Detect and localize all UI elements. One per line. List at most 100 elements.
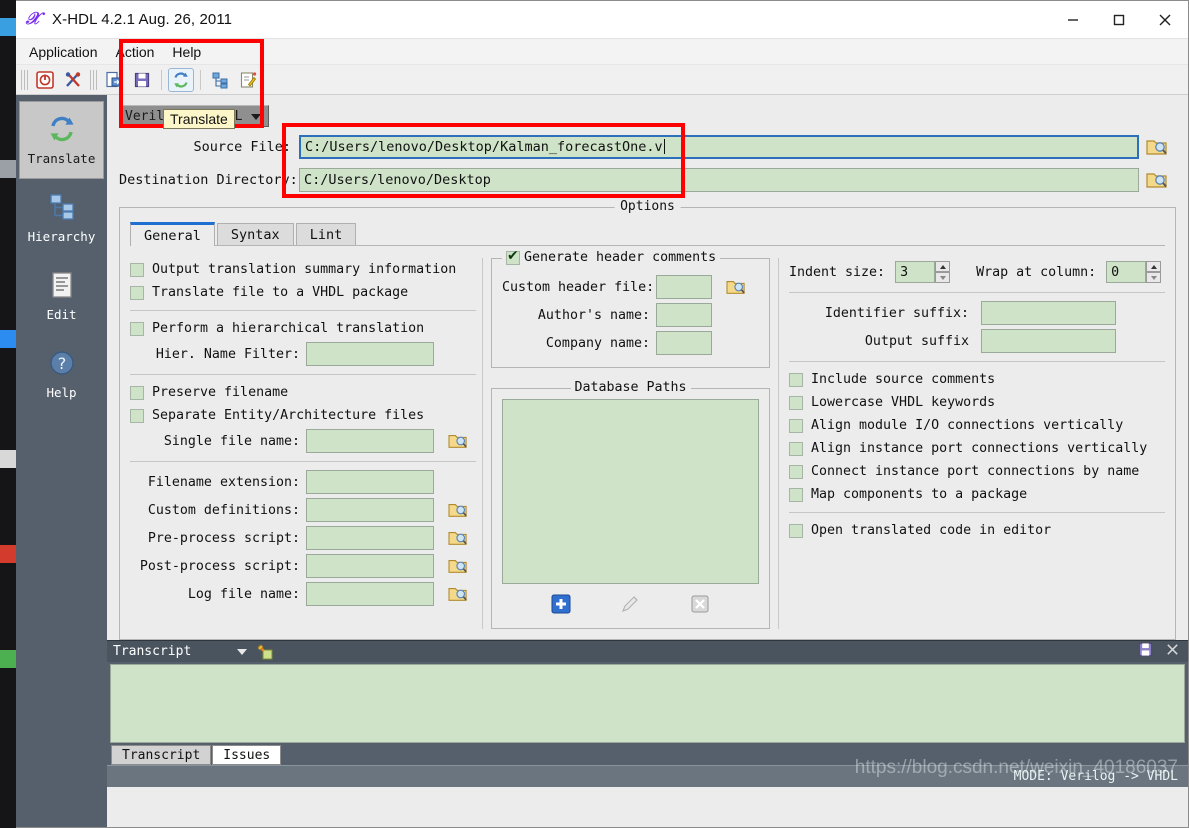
checkbox-include-source-comments[interactable]: Include source comments <box>789 368 1165 391</box>
translate-tooltip: Translate <box>163 109 235 129</box>
tab-general[interactable]: General <box>130 222 215 246</box>
indent-size-value[interactable]: 3 <box>895 261 936 283</box>
edit-path-icon[interactable] <box>619 593 641 615</box>
sidebar-item-label: Edit <box>46 307 77 322</box>
identifier-suffix-input[interactable] <box>981 301 1116 325</box>
main-content-panel: Verilog -> VHDL Source File: C:/Users/le… <box>107 95 1188 827</box>
sidebar-item-hierarchy[interactable]: Hierarchy <box>19 179 104 257</box>
database-paths-list[interactable] <box>502 399 759 584</box>
author-name-label: Author's name: <box>537 307 650 323</box>
close-icon[interactable] <box>1165 642 1180 661</box>
destination-directory-input[interactable]: C:/Users/lenovo/Desktop <box>299 167 1139 192</box>
sidebar-item-help[interactable]: ? Help <box>19 335 104 413</box>
log-file-name-input[interactable] <box>306 582 434 606</box>
spin-down-icon[interactable] <box>935 272 951 283</box>
checkbox-output-summary[interactable]: Output translation summary information <box>130 258 476 281</box>
toolbar-grip-2[interactable] <box>90 69 97 90</box>
checkbox-preserve-filename[interactable]: Preserve filename <box>130 381 476 404</box>
spin-up-icon[interactable] <box>935 261 951 272</box>
transcript-output[interactable] <box>110 664 1185 743</box>
add-path-icon[interactable] <box>550 593 572 615</box>
post-process-script-browse-button[interactable] <box>445 554 471 578</box>
help-question-icon: ? <box>45 348 79 378</box>
hierarchy-icon[interactable] <box>207 68 233 92</box>
sidebar-item-edit[interactable]: Edit <box>19 257 104 335</box>
options-tabs: General Syntax Lint <box>130 222 1165 246</box>
filename-extension-input[interactable] <box>306 470 434 494</box>
checkbox-map-components-to-package[interactable]: Map components to a package <box>789 483 1165 506</box>
x-hdl-main-window: 𝒳 X-HDL 4.2.1 Aug. 26, 2011 Application … <box>16 0 1189 828</box>
maximize-icon[interactable] <box>1096 1 1142 39</box>
preferences-tools-icon[interactable] <box>60 68 86 92</box>
custom-header-file-input[interactable] <box>656 275 712 299</box>
tab-syntax[interactable]: Syntax <box>216 223 294 245</box>
source-file-input[interactable]: C:/Users/lenovo/Desktop/Kalman_forecastO… <box>299 134 1139 159</box>
pre-process-script-browse-button[interactable] <box>445 526 471 550</box>
save-floppy-icon[interactable] <box>1138 642 1153 661</box>
divider <box>130 310 476 311</box>
spin-up-icon[interactable] <box>1146 261 1162 272</box>
minimize-icon[interactable] <box>1050 1 1096 39</box>
edit-icon[interactable] <box>235 68 261 92</box>
sidebar-item-translate[interactable]: Translate <box>19 101 104 179</box>
source-file-label: Source File: <box>193 138 291 155</box>
menu-item-application[interactable]: Application <box>20 41 107 63</box>
toolbar-separator-2 <box>200 69 201 90</box>
custom-definitions-browse-button[interactable] <box>445 498 471 522</box>
checkbox-hierarchical-translation[interactable]: Perform a hierarchical translation <box>130 317 476 340</box>
wrap-at-column-spin-buttons[interactable] <box>1146 261 1162 283</box>
general-left-column: Output translation summary information T… <box>130 258 482 629</box>
transcript-tab-issues[interactable]: Issues <box>212 745 282 765</box>
checkbox-label: Perform a hierarchical translation <box>152 321 425 336</box>
custom-header-file-browse-button[interactable] <box>723 275 749 299</box>
desktop-icon-2 <box>0 160 16 178</box>
indent-size-stepper[interactable]: 3 <box>895 261 951 283</box>
single-file-name-input[interactable] <box>306 429 434 453</box>
checkbox-align-instance-ports[interactable]: Align instance port connections vertical… <box>789 437 1165 460</box>
clear-broom-icon[interactable] <box>257 643 273 660</box>
open-file-icon[interactable] <box>101 68 127 92</box>
checkbox-connect-ports-by-name[interactable]: Connect instance port connections by nam… <box>789 460 1165 483</box>
single-file-name-row: Single file name: <box>130 427 476 455</box>
exit-icon[interactable] <box>32 68 58 92</box>
checkbox-box[interactable] <box>506 248 520 265</box>
hier-name-filter-input[interactable] <box>306 342 434 366</box>
source-file-browse-button[interactable] <box>1144 135 1170 159</box>
post-process-script-row: Post-process script: <box>130 552 476 580</box>
spin-down-icon[interactable] <box>1146 272 1162 283</box>
translate-refresh-icon <box>45 114 79 144</box>
checkbox-vhdl-package[interactable]: Translate file to a VHDL package <box>130 281 476 304</box>
log-file-name-browse-button[interactable] <box>445 582 471 606</box>
tab-lint[interactable]: Lint <box>295 223 357 245</box>
toolbar-grip[interactable] <box>21 69 28 90</box>
checkbox-lowercase-vhdl-keywords[interactable]: Lowercase VHDL keywords <box>789 391 1165 414</box>
delete-path-icon[interactable] <box>689 593 711 615</box>
checkbox-separate-entity-architecture[interactable]: Separate Entity/Architecture files <box>130 404 476 427</box>
tool-bar <box>16 65 1188 95</box>
generate-header-comments-label: Generate header comments <box>524 250 717 265</box>
pre-process-script-input[interactable] <box>306 526 434 550</box>
post-process-script-input[interactable] <box>306 554 434 578</box>
output-suffix-input[interactable] <box>981 329 1116 353</box>
transcript-tab-transcript[interactable]: Transcript <box>111 745 212 765</box>
single-file-name-browse-button[interactable] <box>445 429 471 453</box>
filename-extension-label: Filename extension: <box>147 474 300 490</box>
translate-icon[interactable] <box>168 67 194 92</box>
author-name-input[interactable] <box>656 303 712 327</box>
destination-directory-browse-button[interactable] <box>1144 168 1170 192</box>
checkbox-open-translated-code-in-editor[interactable]: Open translated code in editor <box>789 519 1165 542</box>
checkbox-box <box>789 464 803 479</box>
window-title: X-HDL 4.2.1 Aug. 26, 2011 <box>52 11 233 28</box>
menu-item-help[interactable]: Help <box>163 41 210 63</box>
indent-size-spin-buttons[interactable] <box>935 261 951 283</box>
checkbox-align-module-io[interactable]: Align module I/O connections vertically <box>789 414 1165 437</box>
custom-definitions-input[interactable] <box>306 498 434 522</box>
company-name-input[interactable] <box>656 331 712 355</box>
wrap-at-column-stepper[interactable]: 0 <box>1106 261 1162 283</box>
menu-item-action[interactable]: Action <box>107 41 164 63</box>
wrap-at-column-value[interactable]: 0 <box>1106 261 1147 283</box>
save-file-icon[interactable] <box>129 68 155 92</box>
chevron-down-icon[interactable] <box>237 648 248 655</box>
close-icon[interactable] <box>1142 1 1188 39</box>
generate-header-comments-legend: Generate header comments <box>502 248 721 265</box>
